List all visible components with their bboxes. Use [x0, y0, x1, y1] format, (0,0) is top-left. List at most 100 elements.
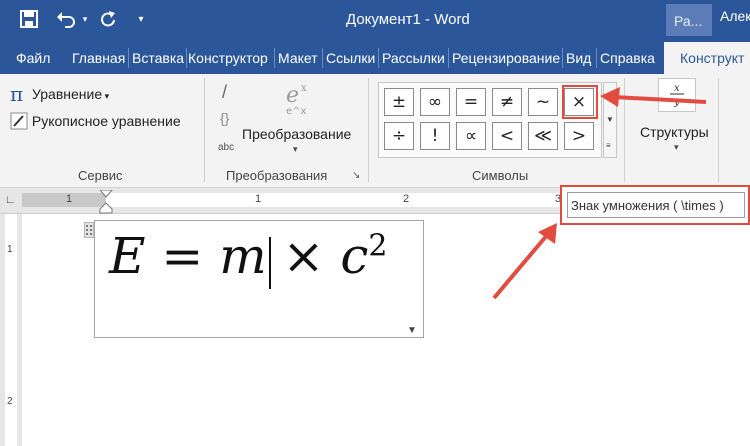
- vertical-ruler[interactable]: 1 2: [0, 214, 22, 446]
- tab-equation-design[interactable]: Конструкт: [664, 42, 750, 74]
- indent-markers-icon[interactable]: [98, 190, 114, 214]
- tab-references[interactable]: Ссылки: [326, 40, 375, 74]
- svg-text:e: e: [286, 83, 299, 108]
- eq-equals: =: [161, 227, 204, 285]
- group-label-symbols: Символы: [472, 168, 529, 183]
- ink-equation-label: Рукописное уравнение: [31, 113, 181, 129]
- equation-label: Уравнение: [32, 86, 103, 102]
- tab-divider: [448, 48, 449, 68]
- convert-icon: e x e^x: [284, 80, 318, 119]
- tab-file[interactable]: Файл: [16, 40, 50, 74]
- text-cursor: [269, 237, 271, 289]
- customize-quick-access-button[interactable]: ▾: [134, 8, 148, 30]
- tab-help[interactable]: Справка: [600, 40, 655, 74]
- tab-divider: [322, 48, 323, 68]
- undo-icon: [57, 12, 75, 28]
- symbol-plus-minus[interactable]: ±: [384, 88, 414, 116]
- symbol-division[interactable]: ÷: [384, 122, 414, 150]
- chevron-down-icon[interactable]: ▼: [606, 115, 614, 124]
- tab-layout[interactable]: Макет: [278, 40, 318, 74]
- tab-mailings[interactable]: Рассылки: [382, 40, 445, 74]
- tab-divider: [186, 48, 187, 68]
- abc-text-icon: abc: [218, 142, 235, 153]
- tab-divider: [128, 48, 129, 68]
- symbol-factorial[interactable]: !: [420, 122, 450, 150]
- chevron-down-icon: ▾: [293, 144, 298, 154]
- ruler-number: 1: [255, 193, 262, 205]
- undo-dropdown[interactable]: ▾: [80, 8, 90, 30]
- customize-icon: ▾: [138, 13, 144, 25]
- structures-button[interactable]: Структуры: [640, 124, 709, 140]
- tab-home[interactable]: Главная: [72, 40, 125, 74]
- ink-equation-button[interactable]: Рукописное уравнение: [10, 112, 181, 130]
- svg-text:y: y: [673, 97, 680, 108]
- user-name[interactable]: Алек: [720, 8, 750, 24]
- convert-button[interactable]: Преобразование: [242, 126, 351, 142]
- equation[interactable]: E = m × c2: [109, 227, 387, 285]
- ruler-number: 1: [66, 193, 73, 205]
- symbol-less-than[interactable]: <: [492, 122, 522, 150]
- vruler-number: 2: [7, 396, 13, 407]
- ribbon-tabs: Файл Главная Вставка Конструктор Макет С…: [0, 40, 750, 74]
- repeat-button[interactable]: [96, 8, 120, 30]
- redo-icon: [101, 11, 115, 27]
- svg-text:x: x: [301, 83, 307, 94]
- gallery-expand-icon[interactable]: ≡: [606, 141, 611, 150]
- group-divider: [718, 78, 719, 182]
- group-divider: [204, 78, 205, 182]
- svg-text:e^x: e^x: [286, 106, 307, 116]
- ribbon-display-options[interactable]: Ра...: [666, 4, 712, 36]
- eq-var-e: E: [109, 227, 146, 285]
- tab-stop-selector-icon[interactable]: ∟: [5, 194, 16, 206]
- undo-button[interactable]: [52, 8, 80, 30]
- chevron-down-icon: ▾: [102, 91, 110, 101]
- symbol-tilde[interactable]: ~: [528, 88, 558, 116]
- tooltip: Знак умножения ( \times ): [567, 192, 745, 218]
- dialog-launcher-icon[interactable]: ↘: [352, 170, 360, 181]
- chevron-down-icon: ▾: [674, 142, 679, 152]
- tab-divider: [378, 48, 379, 68]
- symbols-gallery: ± ∞ = ≠ ~ × ÷ ! ∝ < ≪ >: [378, 82, 602, 158]
- equation-handle[interactable]: [84, 222, 94, 238]
- braces-icon: {}: [220, 110, 230, 126]
- group-divider: [368, 78, 369, 182]
- tab-divider: [274, 48, 275, 68]
- tab-review[interactable]: Рецензирование: [452, 40, 560, 74]
- slash-icon: /: [222, 82, 228, 102]
- pi-icon: π: [10, 82, 24, 106]
- svg-text:x: x: [674, 83, 680, 94]
- chevron-up-icon[interactable]: ▲: [606, 89, 614, 98]
- eq-exponent: 2: [368, 228, 388, 264]
- vruler-number: 1: [7, 244, 13, 255]
- ink-pen-icon: [10, 112, 28, 130]
- save-icon: [20, 10, 38, 28]
- group-divider: [624, 78, 625, 182]
- document-page[interactable]: E = m × c2 ▼: [22, 214, 750, 446]
- symbol-greater-than[interactable]: >: [564, 122, 594, 150]
- tab-insert[interactable]: Вставка: [132, 40, 184, 74]
- symbol-equals[interactable]: =: [456, 88, 486, 116]
- symbol-proportional[interactable]: ∝: [456, 122, 486, 150]
- chevron-down-icon[interactable]: ▼: [407, 325, 417, 336]
- tab-divider: [562, 48, 563, 68]
- group-label-service: Сервис: [78, 168, 123, 183]
- tab-view[interactable]: Вид: [566, 40, 591, 74]
- tooltip-highlight: Знак умножения ( \times ): [560, 185, 750, 225]
- ruler-left-margin: [22, 193, 106, 207]
- equation-box[interactable]: E = m × c2 ▼: [94, 220, 424, 338]
- symbol-much-less[interactable]: ≪: [528, 122, 558, 150]
- eq-var-c: c: [340, 227, 369, 285]
- save-button[interactable]: [16, 8, 42, 30]
- symbol-multiplication[interactable]: ×: [564, 88, 594, 116]
- symbol-not-equal[interactable]: ≠: [492, 88, 522, 116]
- ribbon-panel: π Уравнение ▾ Рукописное уравнение Серви…: [0, 74, 750, 188]
- eq-var-m: m: [219, 227, 267, 285]
- title-bar: ▾ ▾ Документ1 - Word Ра... Алек: [0, 0, 750, 40]
- tab-design[interactable]: Конструктор: [188, 40, 268, 74]
- fraction-structure-icon: x y: [658, 78, 696, 115]
- equation-button[interactable]: Уравнение ▾: [32, 86, 109, 102]
- symbol-infinity[interactable]: ∞: [420, 88, 450, 116]
- group-label-conversions: Преобразования: [226, 168, 328, 183]
- tab-divider: [596, 48, 597, 68]
- gallery-scrollbar[interactable]: ▲ ▼ ≡: [603, 82, 617, 158]
